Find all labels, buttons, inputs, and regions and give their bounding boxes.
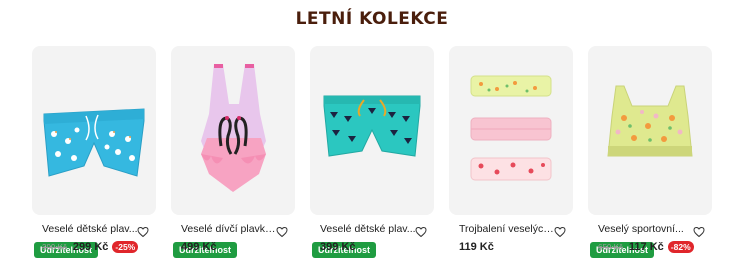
product-card[interactable]: Udržitelnost Veselé dívčí plavky... 499 …: [171, 46, 295, 266]
product-image[interactable]: [32, 46, 156, 215]
heart-outline-icon[interactable]: [554, 226, 566, 238]
current-price: 499 Kč: [181, 241, 217, 253]
heart-outline-icon[interactable]: [693, 226, 705, 238]
price-row: 399 Kč 299 Kč -25%: [42, 239, 139, 255]
heart-outline-icon[interactable]: [415, 226, 427, 238]
product-card[interactable]: Udržitelnost Veselé dětské plav... 399 K…: [310, 46, 434, 266]
product-name[interactable]: Veselý sportovní...: [598, 223, 694, 235]
product-image[interactable]: [588, 46, 712, 215]
price-row: 119 Kč: [459, 239, 494, 255]
current-price: 399 Kč: [320, 241, 356, 253]
current-price: 119 Kč: [459, 241, 494, 253]
product-image[interactable]: [310, 46, 434, 215]
price-row: 499 Kč: [181, 239, 216, 255]
discount-badge: -82%: [667, 241, 694, 253]
product-card[interactable]: Udržitelnost Veselé dětské plav... 399 K…: [32, 46, 156, 266]
old-price: 650 Kč: [598, 242, 623, 252]
section-title: LETNÍ KOLEKCE: [295, 9, 449, 29]
current-price: 299 Kč: [72, 241, 109, 253]
discount-badge: -25%: [112, 241, 139, 253]
product-name[interactable]: Trojbalení veselých...: [459, 223, 555, 235]
heart-outline-icon[interactable]: [276, 226, 288, 238]
product-card[interactable]: Trojbalení veselých... 119 Kč: [449, 46, 573, 266]
heart-outline-icon[interactable]: [137, 226, 149, 238]
current-price: 117 Kč: [628, 241, 664, 253]
price-row: 650 Kč 117 Kč -82%: [598, 239, 694, 255]
product-image[interactable]: [449, 46, 573, 215]
price-row: 399 Kč: [320, 239, 355, 255]
product-card[interactable]: Udržitelnost Veselý sportovní... 650 Kč …: [588, 46, 712, 266]
product-name[interactable]: Veselé dívčí plavky...: [181, 223, 277, 235]
old-price: 399 Kč: [42, 242, 67, 252]
product-name[interactable]: Veselé dětské plav...: [320, 223, 416, 235]
product-name[interactable]: Veselé dětské plav...: [42, 223, 138, 235]
product-image[interactable]: [171, 46, 295, 215]
